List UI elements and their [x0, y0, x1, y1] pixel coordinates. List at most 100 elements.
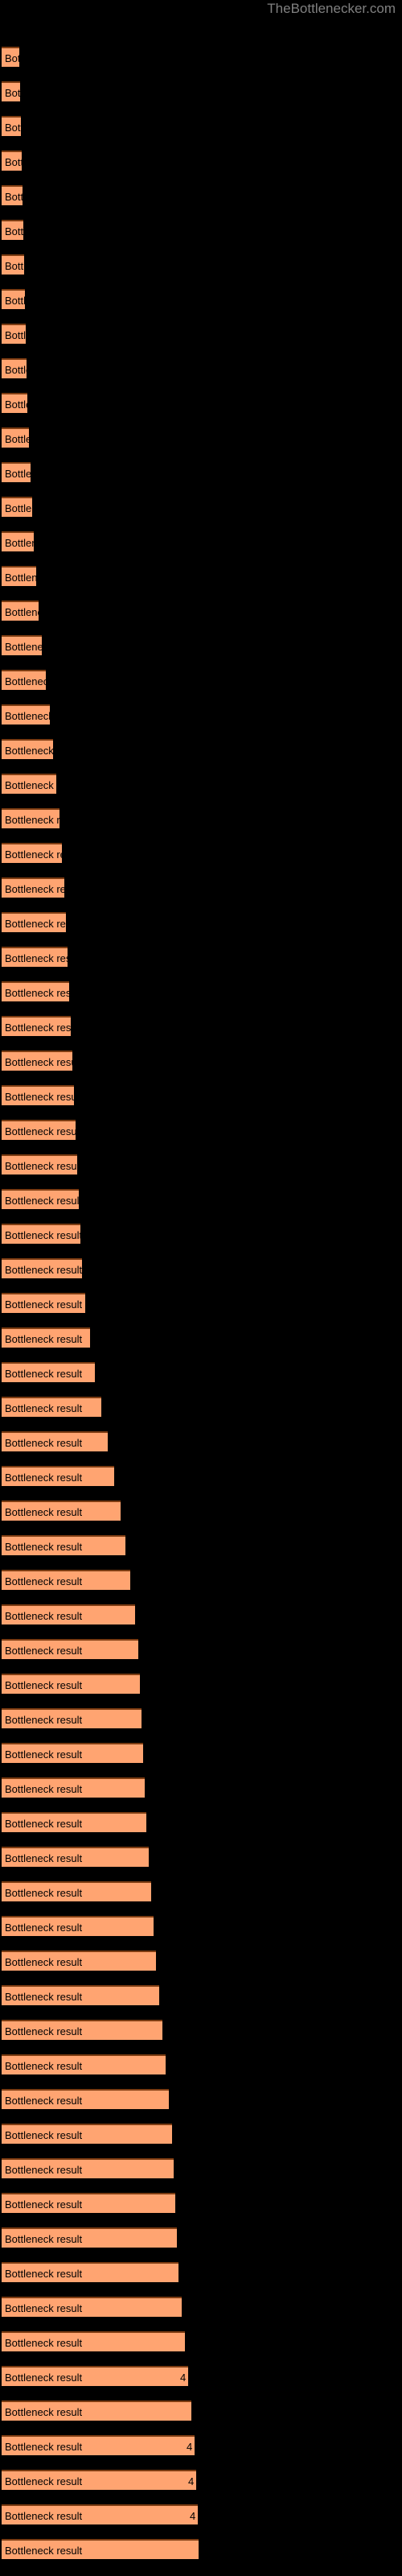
- bar[interactable]: Bottleneck result: [2, 1916, 154, 1936]
- bar[interactable]: Bottleneck result: [2, 1154, 77, 1174]
- bar[interactable]: Bottleneck result: [2, 1327, 90, 1348]
- bar[interactable]: Bottleneck result: [2, 1016, 71, 1036]
- bar-label: Bottleneck result: [5, 1541, 83, 1553]
- bar-label: Bottleneck result: [5, 675, 46, 687]
- bar[interactable]: Bottleneck result: [2, 1431, 108, 1451]
- bar[interactable]: Bottleneck result: [2, 877, 64, 898]
- bar-label: Bottleneck result: [5, 1229, 80, 1241]
- bar[interactable]: Bottleneck result: [2, 1397, 101, 1417]
- bar[interactable]: Bottleneck result: [2, 2054, 166, 2074]
- bar-row: Bottleneck result: [2, 1327, 90, 1348]
- bar[interactable]: Bottleneck result: [2, 462, 31, 482]
- bar[interactable]: Bottleneck result: [2, 1708, 142, 1728]
- bar[interactable]: Bottleneck result: [2, 2297, 182, 2317]
- bar[interactable]: Bottleneck result: [2, 635, 42, 655]
- bar[interactable]: Bottleneck result: [2, 2158, 174, 2178]
- bar[interactable]: Bottleneck result: [2, 1777, 145, 1798]
- bar-row: Bottleneck result: [2, 1258, 82, 1278]
- bar[interactable]: Bottleneck result: [2, 2193, 175, 2213]
- bar[interactable]: Bottleneck result: [2, 254, 24, 275]
- bar[interactable]: Bottleneck result: [2, 1362, 95, 1382]
- bar[interactable]: Bottleneck result: [2, 497, 32, 517]
- bar-row: Bottleneck result 4: [2, 2504, 198, 2524]
- bar[interactable]: Bottleneck result: [2, 324, 26, 344]
- bar[interactable]: Bottleneck result: [2, 1951, 156, 1971]
- bar-label: Bottleneck result: [5, 2060, 83, 2072]
- bar[interactable]: Bottleneck result 4: [2, 2470, 196, 2490]
- bar[interactable]: Bottleneck result: [2, 1639, 138, 1659]
- bar-label: Bottleneck result: [5, 745, 53, 757]
- bar[interactable]: Bottleneck result: [2, 2401, 191, 2421]
- bar[interactable]: Bottleneck result: [2, 1189, 79, 1209]
- bar[interactable]: Bottleneck result: [2, 912, 66, 932]
- bar[interactable]: Bottleneck result: [2, 1466, 114, 1486]
- bar-row: Bottleneck result: [2, 2158, 174, 2178]
- bar[interactable]: Bottleneck result: [2, 47, 19, 67]
- bar[interactable]: Bottleneck result: [2, 1881, 151, 1901]
- bar-row: Bottleneck result: [2, 185, 23, 205]
- bar-row: Bottleneck result: [2, 393, 27, 413]
- bar[interactable]: Bottleneck result: [2, 1570, 130, 1590]
- bar[interactable]: Bottleneck result: [2, 1812, 146, 1832]
- bar[interactable]: Bottleneck result: [2, 843, 62, 863]
- bar[interactable]: Bottleneck result: [2, 1224, 80, 1244]
- bar[interactable]: Bottleneck result: [2, 1051, 72, 1071]
- bar[interactable]: Bottleneck result: [2, 1120, 76, 1140]
- bar-label: Bottleneck result: [5, 1506, 83, 1518]
- bar-row: Bottleneck result: [2, 254, 24, 275]
- bar-row: Bottleneck result: [2, 1051, 72, 1071]
- bar[interactable]: Bottleneck result: [2, 151, 22, 171]
- bar[interactable]: Bottleneck result: [2, 1085, 74, 1105]
- bar[interactable]: Bottleneck result: [2, 1258, 82, 1278]
- bar-row: Bottleneck result: [2, 47, 19, 67]
- bar[interactable]: Bottleneck result 4: [2, 2435, 195, 2455]
- bar[interactable]: Bottleneck result: [2, 531, 34, 551]
- bar[interactable]: Bottleneck result: [2, 1743, 143, 1763]
- bar[interactable]: Bottleneck result: [2, 2227, 177, 2248]
- bar[interactable]: Bottleneck result: [2, 1604, 135, 1624]
- bar[interactable]: Bottleneck result: [2, 2020, 162, 2040]
- bar[interactable]: Bottleneck result: [2, 393, 27, 413]
- bar[interactable]: Bottleneck result: [2, 116, 21, 136]
- bar[interactable]: Bottleneck result: [2, 81, 20, 101]
- bar[interactable]: Bottleneck result: [2, 704, 50, 724]
- bar[interactable]: Bottleneck result: [2, 670, 46, 690]
- bar[interactable]: Bottleneck result: [2, 2089, 169, 2109]
- bar-label: Bottleneck result: [5, 1714, 83, 1726]
- bar[interactable]: Bottleneck result: [2, 1985, 159, 2005]
- bar-label: Bottleneck result: [5, 2406, 83, 2418]
- bar[interactable]: Bottleneck result: [2, 220, 23, 240]
- bar-label: Bottleneck result: [5, 572, 36, 584]
- bar[interactable]: Bottleneck result: [2, 427, 29, 448]
- bar[interactable]: Bottleneck result: [2, 981, 69, 1001]
- bar-label: Bottleneck result: [5, 2095, 83, 2107]
- bar[interactable]: Bottleneck result: [2, 2331, 185, 2351]
- bar[interactable]: Bottleneck result: [2, 358, 27, 378]
- bar[interactable]: Bottleneck result: [2, 1847, 149, 1867]
- bar[interactable]: Bottleneck result: [2, 601, 39, 621]
- bar[interactable]: Bottleneck result: [2, 774, 56, 794]
- bar[interactable]: Bottleneck result 4: [2, 2366, 188, 2386]
- bar[interactable]: Bottleneck result: [2, 739, 53, 759]
- bar[interactable]: Bottleneck result: [2, 808, 59, 828]
- bar-label: Bottleneck result: [5, 2302, 83, 2314]
- bar[interactable]: Bottleneck result: [2, 1535, 125, 1555]
- bar[interactable]: Bottleneck result: [2, 566, 36, 586]
- bar-row: Bottleneck result: [2, 1570, 130, 1590]
- bar[interactable]: Bottleneck result 4: [2, 2504, 198, 2524]
- bar-value-label: 4: [187, 2441, 193, 2453]
- bar[interactable]: Bottleneck result: [2, 185, 23, 205]
- bar-row: Bottleneck result: [2, 531, 34, 551]
- bar-row: Bottleneck result: [2, 497, 32, 517]
- bar-row: Bottleneck result: [2, 877, 64, 898]
- bar[interactable]: Bottleneck result: [2, 1501, 121, 1521]
- bar[interactable]: Bottleneck result: [2, 2124, 172, 2144]
- bottleneck-bar-chart: TheBottlenecker.com Bottleneck resultBot…: [0, 0, 402, 2576]
- bar[interactable]: Bottleneck result: [2, 947, 68, 967]
- bar[interactable]: Bottleneck result: [2, 2539, 199, 2559]
- bar[interactable]: Bottleneck result: [2, 1293, 85, 1313]
- bar[interactable]: Bottleneck result: [2, 289, 25, 309]
- bar-label: Bottleneck result: [5, 606, 39, 618]
- bar[interactable]: Bottleneck result: [2, 1674, 140, 1694]
- bar[interactable]: Bottleneck result: [2, 2262, 178, 2282]
